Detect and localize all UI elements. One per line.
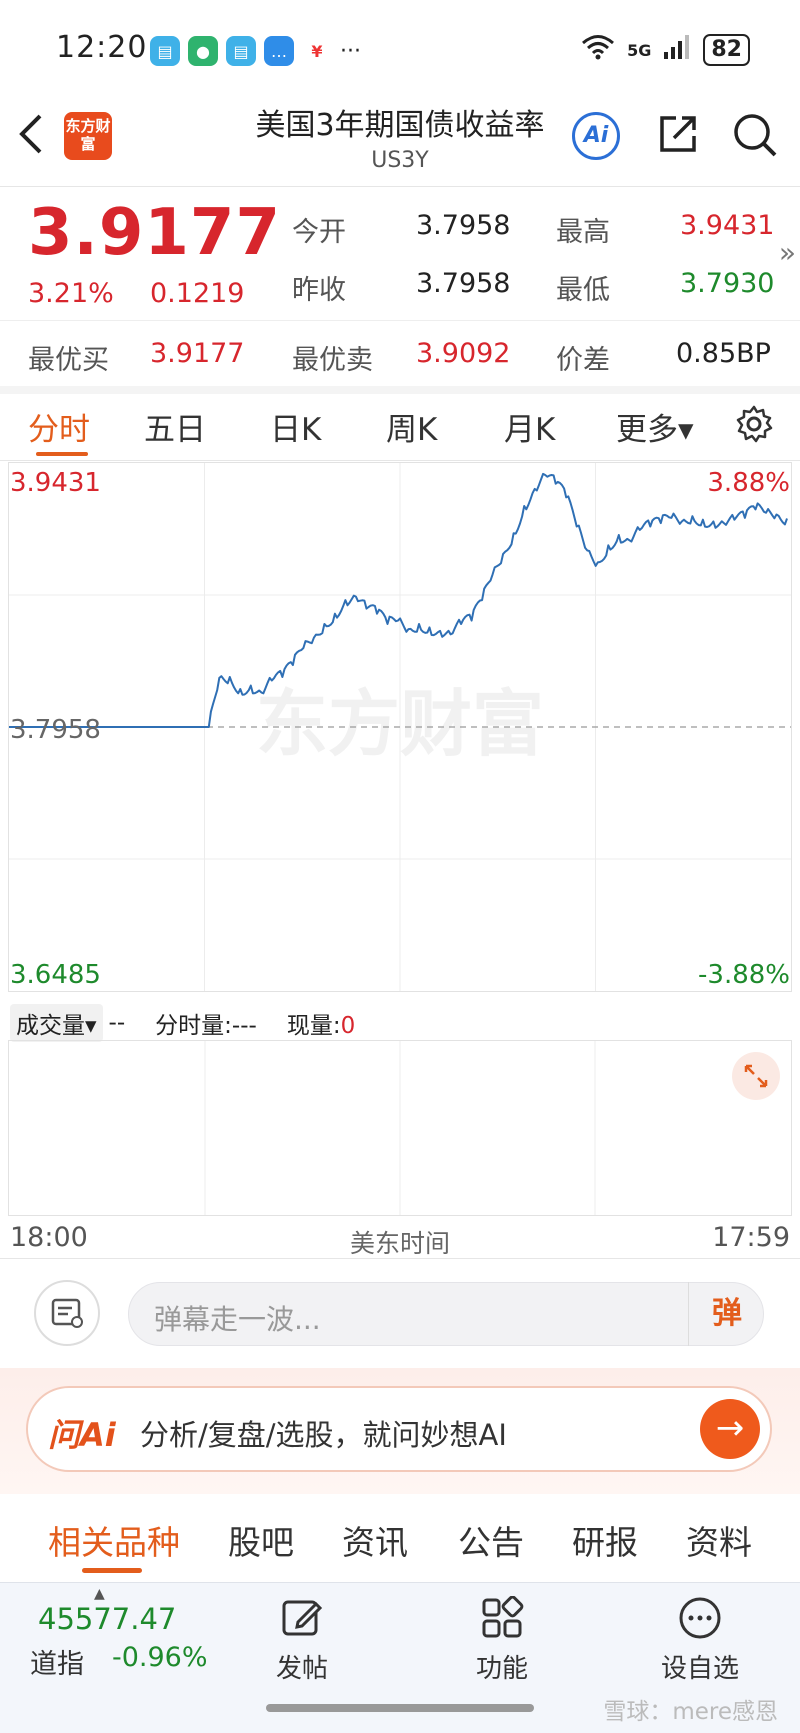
book-app-icon: ▤ [150,36,180,66]
danmu-send-button[interactable]: 弹 [688,1282,765,1346]
index-change[interactable]: -0.96% [112,1642,208,1673]
more-dots-icon [678,1596,722,1640]
best-bid-value: 3.9177 [150,338,245,369]
danmu-placeholder: 弹幕走一波... [154,1303,321,1336]
tab-profile[interactable]: 资料 [686,1516,752,1564]
ai-prompt-text: 分析/复盘/选股，就问妙想AI [140,1418,507,1452]
volume-selector-value: -- [108,1010,126,1036]
change-amount: 0.1219 [150,278,245,309]
tab-news[interactable]: 资讯 [342,1516,408,1564]
volume-indicator-selector[interactable]: 成交量▾ [10,1004,103,1042]
chart-plot: 东方财富 [9,463,791,991]
settings-gear-icon[interactable] [734,404,774,448]
fenshi-volume-label: 分时量: [155,1013,232,1039]
current-volume-label: 现量: [286,1013,341,1039]
change-percent: 3.21% [28,278,114,309]
nav-post[interactable]: 发帖 [232,1590,372,1685]
pct-bottom-label: -3.88% [698,960,790,990]
time-zone-label: 美东时间 [349,1229,450,1258]
book-app-icon: ▤ [226,36,256,66]
signal-icon [663,34,691,66]
high-label: 最高 [556,217,610,248]
active-tab-indicator [36,452,88,456]
status-right: 5G 82 [581,34,750,66]
section-gap [0,386,800,394]
nav-add-watchlist-label: 设自选 [660,1654,739,1684]
best-ask-value: 3.9092 [416,338,511,369]
volume-chart [8,1040,792,1216]
index-name[interactable]: 道指 [30,1642,84,1681]
danmu-settings-icon [51,1298,83,1328]
ai-go-arrow-button[interactable]: → [700,1399,760,1459]
grid-icon [480,1595,524,1640]
battery-indicator: 82 [703,34,750,66]
source-watermark: 雪球：mere感恩 [603,1699,778,1725]
intraday-chart[interactable]: 东方财富 [8,462,792,992]
current-volume-value: 0 [340,1013,356,1039]
low-value: 3.7930 [680,268,775,299]
collapse-caret-icon[interactable]: ▲ [94,1586,105,1602]
tab-research[interactable]: 研报 [572,1516,638,1564]
wifi-icon [581,34,615,66]
tab-guba[interactable]: 股吧 [228,1516,294,1564]
edit-icon [280,1596,324,1640]
prev-close-label: 昨收 [292,275,346,306]
best-bid-label: 最优买 [28,345,109,376]
tab-fenshi[interactable]: 分时 [28,404,90,449]
expand-quote-arrow[interactable]: » [779,236,796,269]
more-notifications: ··· [340,38,361,64]
expand-chart-button[interactable] [732,1052,780,1100]
current-price: 3.9177 [28,196,281,270]
tab-month-k[interactable]: 月K [504,404,555,449]
tab-five-day[interactable]: 五日 [144,404,206,449]
time-end: 17:59 [712,1222,790,1253]
y-top-label: 3.9431 [10,468,101,498]
nav-functions[interactable]: 功能 [432,1590,572,1685]
spread-value: 0.85BP [676,338,771,369]
low-label: 最低 [556,275,610,306]
pct-top-label: 3.88% [707,468,790,498]
tab-day-k[interactable]: 日K [270,404,321,449]
chart-watermark: 东方财富 [256,682,544,766]
home-indicator[interactable] [266,1704,534,1712]
chat-app-icon: … [264,36,294,66]
network-type: 5G [627,40,652,60]
header-divider [0,186,800,187]
nav-add-watchlist[interactable]: 设自选 [630,1590,770,1685]
danmu-toggle-button[interactable] [34,1280,100,1346]
leaf-app-icon: ● [188,36,218,66]
tab-more[interactable]: 更多▾ [616,404,694,449]
tabs-divider [0,460,800,461]
volume-grid [204,1041,596,1215]
volume-info-row: 成交量▾ -- 分时量:--- 现量:0 [10,1004,355,1042]
news-app-icon: ¥ [302,36,332,66]
ai-button[interactable]: Ai [572,112,620,160]
tab-related[interactable]: 相关品种 [48,1516,180,1564]
nav-post-label: 发帖 [275,1654,328,1684]
best-ask-label: 最优卖 [292,345,373,376]
open-value: 3.7958 [416,210,511,241]
index-value[interactable]: 45577.47 [38,1602,176,1636]
prev-close-value: 3.7958 [416,268,511,299]
wen-ai-logo: 问Ai [48,1416,116,1454]
share-icon[interactable] [656,112,700,156]
tab-week-k[interactable]: 周K [386,404,437,449]
search-icon[interactable] [730,110,780,160]
chart-divider [0,1258,800,1259]
spread-label: 价差 [556,345,610,376]
fenshi-volume-value: --- [231,1013,257,1039]
tab-announcements[interactable]: 公告 [458,1516,524,1564]
nav-functions-label: 功能 [475,1654,528,1684]
y-bottom-label: 3.6485 [10,960,101,990]
expand-icon [744,1064,768,1088]
open-label: 今开 [292,217,346,248]
status-time: 12:20 [56,30,148,65]
y-mid-label: 3.7958 [10,715,101,745]
quote-divider [0,320,800,321]
status-app-icons: ▤ ● ▤ … ¥ ··· [150,36,361,66]
high-value: 3.9431 [680,210,775,241]
active-bottom-tab-indicator [82,1568,142,1573]
